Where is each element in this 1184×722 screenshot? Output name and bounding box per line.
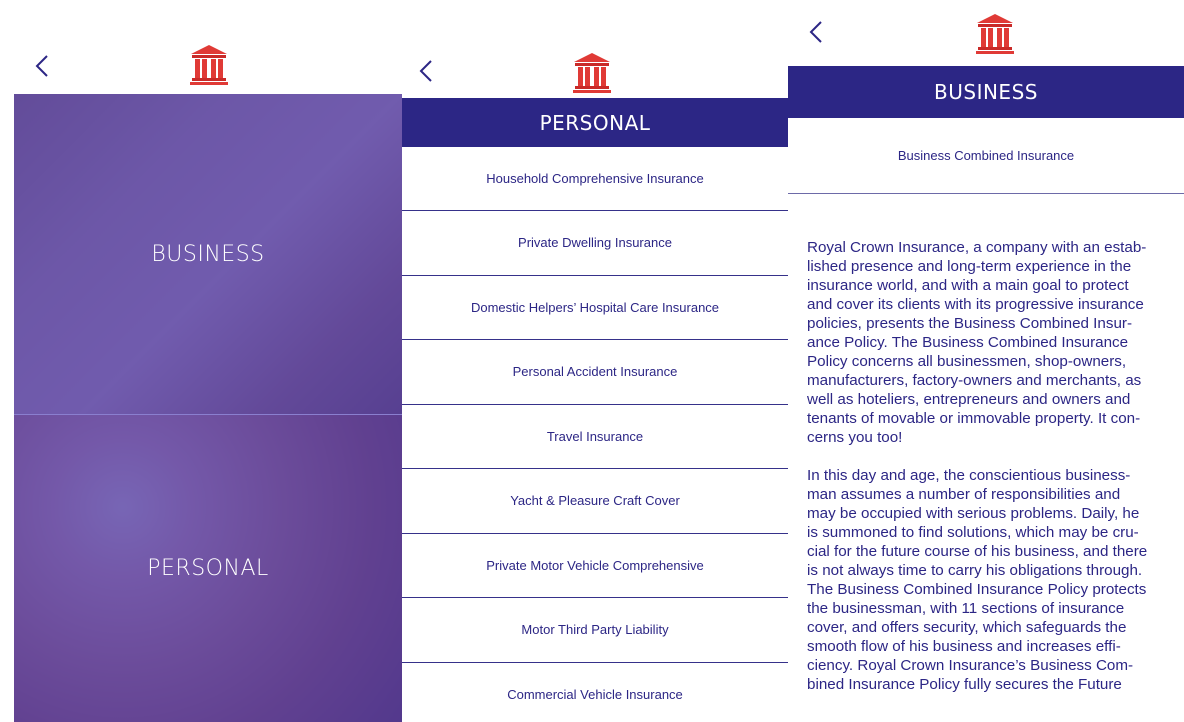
personal-screen: PERSONAL Household Comprehensive Insuran… <box>402 0 788 722</box>
business-tile-label: BUSINESS <box>151 241 265 267</box>
chevron-left-icon <box>35 55 48 77</box>
chevron-left-icon <box>419 60 432 82</box>
paragraph-1: Royal Crown Insurance, a company with an… <box>807 239 1147 446</box>
business-screen: BUSINESS Business Combined Insurance Roy… <box>788 0 1184 722</box>
bank-building-icon <box>190 45 228 85</box>
list-item[interactable]: Private Dwelling Insurance <box>402 211 788 276</box>
description-text: Royal Crown Insurance, a company with an… <box>807 238 1184 713</box>
business-tile[interactable]: BUSINESS <box>14 94 402 414</box>
bank-building-icon <box>573 53 611 93</box>
paragraph-2: In this day and age, the conscientious b… <box>807 467 1148 693</box>
list-item[interactable]: Travel Insurance <box>402 405 788 469</box>
personal-tile[interactable]: PERSONAL <box>14 415 402 722</box>
list-item[interactable]: Household Comprehensive Insurance <box>402 147 788 211</box>
page-title: PERSONAL <box>402 98 788 147</box>
list-item[interactable]: Commercial Vehicle Insurance <box>402 663 788 722</box>
bank-building-icon <box>976 14 1014 54</box>
personal-tile-label: PERSONAL <box>147 556 269 581</box>
chevron-left-icon <box>809 21 822 43</box>
back-button[interactable] <box>796 12 836 52</box>
page-title: BUSINESS <box>788 66 1184 118</box>
back-button[interactable] <box>406 51 446 91</box>
list-item[interactable]: Motor Third Party Liability <box>402 598 788 663</box>
page-subtitle: Business Combined Insurance <box>788 118 1184 194</box>
home-screen: BUSINESS PERSONAL <box>14 0 402 722</box>
insurance-list: Household Comprehensive Insurance Privat… <box>402 147 788 722</box>
list-item[interactable]: Domestic Helpers’ Hospital Care Insuranc… <box>402 276 788 340</box>
list-item[interactable]: Personal Accident Insurance <box>402 340 788 405</box>
list-item[interactable]: Yacht & Pleasure Craft Cover <box>402 469 788 534</box>
back-button[interactable] <box>22 46 62 86</box>
list-item[interactable]: Private Motor Vehicle Comprehensive <box>402 534 788 598</box>
